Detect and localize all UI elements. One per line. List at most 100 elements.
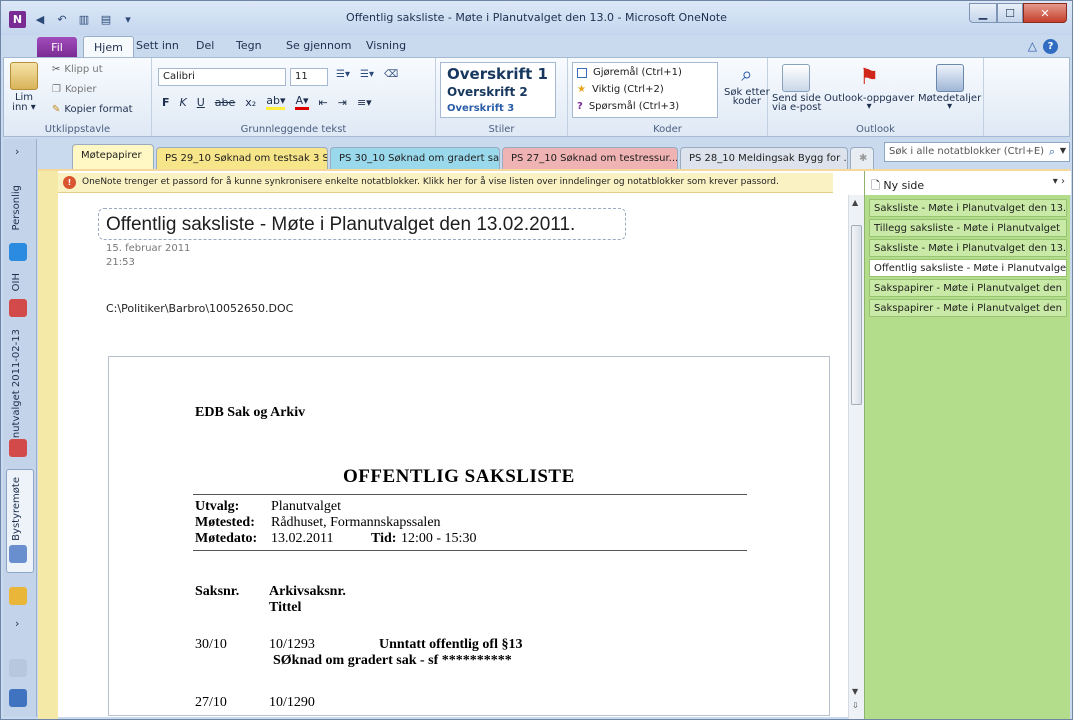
doc-col-arkiv: Arkivsaksnr. — [269, 584, 346, 599]
page-list-item-selected[interactable]: Offentlig saksliste - Møte i Planutvalge — [869, 259, 1067, 277]
scroll-thumb[interactable] — [851, 225, 862, 405]
notebook-oih[interactable]: OIH — [11, 273, 22, 291]
doc-col-tittel: Tittel — [269, 600, 302, 615]
cut-label: Klipp ut — [64, 64, 103, 75]
subscript-button[interactable]: x₂ — [245, 96, 256, 109]
font-color-icon[interactable]: A▾ — [295, 94, 309, 110]
notebook-personlig[interactable]: Personlig — [11, 185, 22, 231]
bullets-icon[interactable]: ☰▾ — [336, 69, 350, 80]
paste-button[interactable]: Lim inn ▾ — [10, 62, 38, 113]
file-path[interactable]: C:\Politiker\Barbro\10052650.DOC — [106, 302, 293, 315]
style-heading-3[interactable]: Overskrift 3 — [447, 103, 514, 114]
tab-file[interactable]: Fil — [37, 37, 77, 57]
underline-button[interactable]: U — [197, 96, 205, 109]
format-painter-label: Kopier format — [64, 104, 133, 115]
search-icon[interactable]: ⌕ — [1049, 145, 1055, 159]
align-icon[interactable]: ≡▾ — [357, 96, 372, 109]
tags-gallery[interactable]: Gjøremål (Ctrl+1) ★ Viktig (Ctrl+2) ? Sp… — [572, 62, 718, 118]
strikethrough-button[interactable]: abe — [215, 96, 236, 109]
help-icon[interactable]: ? — [1043, 39, 1058, 54]
expand-notebook-pane-icon[interactable]: › — [15, 145, 19, 158]
tab-sett-inn[interactable]: Sett inn — [136, 39, 179, 52]
notebook-icon[interactable] — [9, 439, 27, 457]
search-scope-dropdown-icon[interactable]: ▼ — [1060, 146, 1066, 155]
notebook-icon[interactable] — [9, 243, 27, 261]
section-tab-ps29[interactable]: PS 29_10 Søknad om testsak 3 SF — [156, 147, 328, 169]
scroll-down-page-icon[interactable]: ⇩ — [852, 701, 859, 710]
tab-visning[interactable]: Visning — [366, 39, 406, 52]
vertical-scrollbar[interactable]: ▲ ▼ ⇩ — [848, 195, 864, 719]
sync-infobar[interactable]: ! OneNote trenger et passord for å kunne… — [58, 173, 833, 193]
scroll-down-icon[interactable]: ▼ — [852, 687, 858, 696]
doc-tid-value: 12:00 - 15:30 — [401, 531, 477, 546]
copy-button[interactable]: ❐ Kopier — [52, 84, 97, 95]
meeting-details-button[interactable]: Møtedetaljer ▾ — [918, 64, 981, 112]
new-section-tab[interactable]: ✱ — [850, 147, 874, 169]
notebook-bystyremote[interactable]: Bystyremøte — [11, 477, 22, 541]
tab-hjem[interactable]: Hjem — [83, 36, 134, 58]
new-page-button[interactable]: 🗋 Ny side ▾ › — [865, 171, 1071, 195]
notebook-icon[interactable] — [9, 545, 27, 563]
notebook-planutvalget[interactable]: Planutvalget 2011-02-13 — [11, 329, 22, 453]
clear-formatting-icon[interactable]: ⌫ — [384, 69, 398, 80]
page-title[interactable]: Offentlig saksliste - Møte i Planutvalge… — [106, 214, 575, 236]
outlook-tasks-button[interactable]: ⚑ Outlook-oppgaver ▾ — [824, 64, 914, 112]
minimize-ribbon-icon[interactable]: △ — [1028, 39, 1037, 54]
format-painter-button[interactable]: ✎ Kopier format — [52, 104, 133, 115]
font-size-select[interactable]: 11 — [290, 68, 328, 86]
help-notebook-icon[interactable] — [9, 689, 27, 707]
page-list-arrows-icon[interactable]: ▾ › — [1053, 176, 1065, 187]
section-color-strip — [38, 171, 58, 719]
unfiled-notes-icon[interactable] — [9, 587, 27, 605]
font-family-select[interactable]: Calibri — [158, 68, 286, 86]
page-list-item[interactable]: Saksliste - Møte i Planutvalget den 13. — [869, 239, 1067, 257]
style-heading-1[interactable]: Overskrift 1 — [447, 65, 548, 83]
page-list-item[interactable]: Sakspapirer - Møte i Planutvalget den — [869, 299, 1067, 317]
search-input[interactable]: Søk i alle notatblokker (Ctrl+E) ⌕ ▼ — [884, 142, 1070, 162]
maximize-button[interactable]: ☐ — [997, 3, 1023, 23]
page-list-item[interactable]: Sakspapirer - Møte i Planutvalget den — [869, 279, 1067, 297]
tag-todo[interactable]: Gjøremål (Ctrl+1) — [577, 67, 682, 78]
highlight-icon[interactable]: ab▾ — [266, 94, 286, 110]
tag-important[interactable]: ★ Viktig (Ctrl+2) — [577, 84, 664, 95]
styles-gallery[interactable]: Overskrift 1 Overskrift 2 Overskrift 3 — [440, 62, 556, 118]
doc-divider — [193, 550, 747, 551]
tab-tegn[interactable]: Tegn — [236, 39, 262, 52]
page-list-item[interactable]: Tillegg saksliste - Møte i Planutvalget — [869, 219, 1067, 237]
section-tab-ps30[interactable]: PS 30_10 Søknad om gradert sak — [330, 147, 500, 169]
section-tab-motepapirer[interactable]: Møtepapirer — [72, 144, 154, 169]
calendar-icon — [935, 64, 964, 92]
section-tab-ps27[interactable]: PS 27_10 Søknad om testressur... — [502, 147, 678, 169]
style-heading-2[interactable]: Overskrift 2 — [447, 85, 528, 99]
close-button[interactable]: ✕ — [1023, 3, 1067, 23]
minimize-button[interactable]: ▁ — [969, 3, 997, 23]
page-list-item[interactable]: Saksliste - Møte i Planutvalget den 13. — [869, 199, 1067, 217]
search-placeholder: Søk i alle notatblokker (Ctrl+E) — [889, 146, 1045, 157]
flag-icon: ⚑ — [859, 65, 879, 90]
quick-notes-icon[interactable] — [9, 659, 27, 677]
doc-row-title: SØknad om gradert sak - sf ********** — [273, 653, 512, 668]
tab-del[interactable]: Del — [196, 39, 214, 52]
section-tab-ps28[interactable]: PS 28_10 Meldingsak Bygg for ... — [680, 147, 848, 169]
new-page-label: Ny side — [883, 179, 925, 192]
scroll-up-icon[interactable]: ▲ — [852, 198, 858, 207]
bold-button[interactable]: F — [162, 96, 170, 109]
doc-org: EDB Sak og Arkiv — [195, 405, 306, 420]
cut-button[interactable]: ✂ Klipp ut — [52, 64, 103, 75]
doc-tid-label: Tid: — [371, 531, 397, 546]
numbering-icon[interactable]: ☰▾ — [360, 69, 374, 80]
tag-question[interactable]: ? Spørsmål (Ctrl+3) — [577, 101, 679, 112]
checkbox-icon — [577, 67, 587, 78]
notebook-icon[interactable] — [9, 299, 27, 317]
group-clipboard: Lim inn ▾ ✂ Klipp ut ❐ Kopier ✎ Kopier f… — [4, 58, 152, 136]
ribbon-tabs: Fil Hjem Sett inn Del Tegn Se gjennom Vi… — [1, 35, 1072, 58]
find-tags-button[interactable]: ⌕ Søk etter koder — [724, 62, 770, 107]
star-icon: ★ — [577, 84, 586, 95]
increase-indent-icon[interactable]: ⇥ — [338, 96, 347, 109]
italic-button[interactable]: K — [180, 96, 187, 109]
chevron-right-icon[interactable]: › — [15, 617, 19, 630]
doc-motedato-value: 13.02.2011 — [271, 531, 334, 546]
tab-se-gjennom[interactable]: Se gjennom — [286, 39, 351, 52]
decrease-indent-icon[interactable]: ⇤ — [319, 96, 328, 109]
send-page-button[interactable]: Send side via e-post — [772, 64, 821, 113]
